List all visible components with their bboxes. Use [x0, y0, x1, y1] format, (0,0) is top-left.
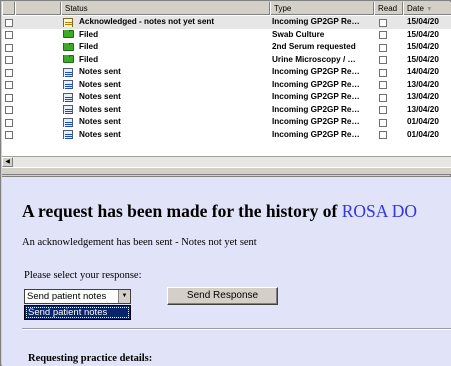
- notes-sent-icon: [63, 67, 73, 77]
- row-date: 15/04/20: [407, 42, 439, 51]
- header-status[interactable]: Status: [61, 2, 270, 15]
- row-date: 15/04/20: [407, 29, 439, 39]
- row-status: Notes sent: [79, 117, 121, 126]
- list-rows: Acknowledged - notes not yet sent Incomin…: [2, 16, 451, 141]
- row-type: Incoming GP2GP Re…: [272, 67, 360, 76]
- row-type: Swab Culture: [272, 29, 325, 39]
- row-date: 01/04/20: [407, 129, 439, 139]
- row-checkbox[interactable]: [5, 118, 13, 127]
- table-row[interactable]: Notes sent Incoming GP2GP Re… 13/04/20: [2, 91, 451, 104]
- row-checkbox[interactable]: [5, 31, 13, 39]
- detail-pane: A request has been made for the history …: [2, 176, 451, 366]
- row-type: Incoming GP2GP Re…: [272, 117, 360, 126]
- row-status: Notes sent: [79, 79, 121, 89]
- table-row[interactable]: Notes sent Incoming GP2GP Re… 01/04/20: [2, 116, 451, 129]
- table-row[interactable]: Filed Swab Culture 15/04/20: [2, 29, 451, 42]
- table-row[interactable]: Notes sent Incoming GP2GP Re… 13/04/20: [2, 79, 451, 92]
- table-row[interactable]: Acknowledged - notes not yet sent Incomin…: [2, 16, 451, 29]
- patient-name: ROSA DO: [341, 201, 418, 221]
- row-checkbox[interactable]: [5, 43, 13, 52]
- table-row[interactable]: Filed Urine Microscopy / … 15/04/20: [2, 54, 451, 67]
- row-status: Notes sent: [79, 129, 121, 139]
- row-date: 14/04/20: [407, 67, 439, 76]
- acknowledgement-status: An acknowledgement has been sent - Notes…: [22, 237, 257, 248]
- row-type: Incoming GP2GP Re…: [272, 79, 360, 89]
- row-read-checkbox[interactable]: [379, 93, 387, 102]
- notes-sent-icon: [63, 80, 73, 89]
- dropdown-option[interactable]: Send patient notes: [25, 306, 130, 319]
- row-read-checkbox[interactable]: [379, 81, 387, 89]
- row-type: 2nd Serum requested: [272, 42, 356, 51]
- row-read-checkbox[interactable]: [379, 43, 387, 52]
- table-row[interactable]: Notes sent Incoming GP2GP Re… 01/04/20: [2, 129, 451, 142]
- response-prompt: Please select your response:: [24, 270, 142, 281]
- header-read[interactable]: Read: [374, 2, 403, 15]
- horizontal-scrollbar[interactable]: ◀: [2, 156, 451, 167]
- notes-sent-icon: [63, 105, 73, 114]
- row-checkbox[interactable]: [5, 81, 13, 89]
- row-status: Filed: [79, 29, 99, 39]
- scroll-left-icon[interactable]: ◀: [2, 157, 13, 167]
- header-date-label: Date: [407, 4, 424, 13]
- notes-sent-icon: [63, 130, 73, 139]
- row-read-checkbox[interactable]: [379, 68, 387, 77]
- row-checkbox[interactable]: [5, 106, 13, 114]
- header-type[interactable]: Type: [270, 2, 374, 15]
- message-list: Status Type Read Date ▼ Acknowledged - no…: [2, 2, 451, 156]
- row-read-checkbox[interactable]: [379, 31, 387, 39]
- folder-icon: [63, 55, 74, 63]
- window-frame: Status Type Read Date ▼ Acknowledged - no…: [0, 0, 451, 366]
- table-row[interactable]: Filed 2nd Serum requested 15/04/20: [2, 41, 451, 54]
- row-checkbox[interactable]: [5, 131, 13, 139]
- response-dropdown: Send patient notes: [24, 305, 131, 320]
- header-blank-column[interactable]: [15, 2, 61, 15]
- row-type: Urine Microscopy / …: [272, 54, 356, 64]
- row-status: Acknowledged - notes not yet sent: [79, 17, 215, 26]
- header-date[interactable]: Date ▼: [403, 2, 451, 15]
- notes-sent-icon: [63, 117, 73, 127]
- row-status: Notes sent: [79, 104, 121, 114]
- heading-text: A request has been made for the history …: [22, 201, 338, 221]
- folder-icon: [63, 30, 74, 38]
- chevron-down-icon[interactable]: ▼: [118, 290, 130, 303]
- header-checkbox-column[interactable]: [2, 2, 15, 15]
- row-checkbox[interactable]: [5, 56, 13, 64]
- response-select-value: Send patient notes: [27, 291, 107, 302]
- row-type: Incoming GP2GP Re…: [272, 92, 360, 101]
- request-heading: A request has been made for the history …: [22, 201, 417, 222]
- row-status: Notes sent: [79, 67, 121, 76]
- row-status: Notes sent: [79, 92, 121, 101]
- acknowledged-icon: [63, 17, 73, 27]
- row-type: Incoming GP2GP Re…: [272, 17, 360, 26]
- row-read-checkbox[interactable]: [379, 56, 387, 64]
- row-date: 13/04/20: [407, 79, 439, 89]
- row-read-checkbox[interactable]: [379, 118, 387, 127]
- table-row[interactable]: Notes sent Incoming GP2GP Re… 13/04/20: [2, 104, 451, 117]
- row-checkbox[interactable]: [5, 93, 13, 102]
- folder-icon: [63, 42, 74, 51]
- row-date: 13/04/20: [407, 104, 439, 114]
- row-checkbox[interactable]: [5, 68, 13, 77]
- row-status: Filed: [79, 42, 99, 51]
- section-divider: [22, 328, 451, 330]
- pane-splitter[interactable]: [2, 167, 451, 175]
- send-response-button[interactable]: Send Response: [167, 287, 278, 305]
- requesting-practice-heading: Requesting practice details:: [28, 353, 153, 364]
- row-type: Incoming GP2GP Re…: [272, 129, 360, 139]
- row-read-checkbox[interactable]: [379, 106, 387, 114]
- row-status: Filed: [79, 54, 99, 64]
- sort-descending-icon: ▼: [425, 6, 433, 13]
- row-read-checkbox[interactable]: [379, 131, 387, 139]
- row-date: 13/04/20: [407, 92, 439, 101]
- response-select[interactable]: Send patient notes ▼: [24, 289, 131, 304]
- row-checkbox[interactable]: [5, 18, 13, 27]
- notes-sent-icon: [63, 92, 73, 102]
- row-read-checkbox[interactable]: [379, 18, 387, 27]
- row-date: 01/04/20: [407, 117, 439, 126]
- row-type: Incoming GP2GP Re…: [272, 104, 360, 114]
- table-row[interactable]: Notes sent Incoming GP2GP Re… 14/04/20: [2, 66, 451, 79]
- row-date: 15/04/20: [407, 54, 439, 64]
- list-header: Status Type Read Date ▼: [2, 2, 451, 15]
- row-date: 15/04/20: [407, 17, 439, 26]
